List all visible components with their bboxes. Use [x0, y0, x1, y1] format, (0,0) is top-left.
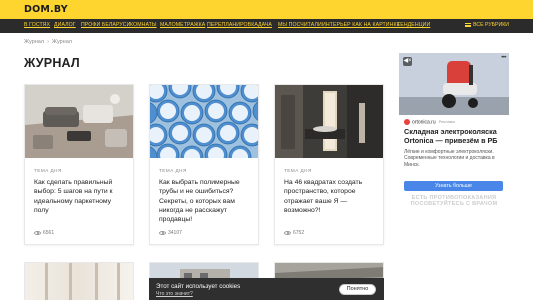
eye-icon [284, 230, 291, 235]
pipes-picture [150, 85, 258, 158]
ad-label: Реклама [438, 119, 455, 125]
eye-icon [34, 230, 41, 235]
card-views: 6752 [284, 230, 304, 236]
article-card[interactable]: ТЕМА ДНЯ На 46 квадратах создать простра… [274, 84, 384, 245]
nav-item-dialog[interactable]: ДИАЛОГ [54, 22, 76, 28]
cookie-banner: Этот сайт использует cookies Что это зна… [149, 278, 384, 300]
main-nav: В ГОСТЯХ ДИАЛОГ ПРОФИ БЕЛАРУСИ КОМНАТЫ М… [0, 19, 533, 33]
nav-item-my-poschitali[interactable]: МЫ ПОСЧИТАЛИ [278, 22, 322, 28]
views-count: 6561 [43, 230, 55, 236]
nav-item-dacha[interactable]: ДАЧА [258, 22, 272, 28]
views-count: 34107 [168, 230, 182, 236]
wheelchair-picture [399, 53, 509, 115]
nav-item-pereplanirovka[interactable]: ПЕРЕПЛАНИРОВКА [207, 22, 258, 28]
cookie-info-link[interactable]: Что это значит? [156, 291, 193, 297]
article-image[interactable] [275, 85, 383, 158]
card-tag: ТЕМА ДНЯ [34, 168, 62, 173]
bathroom-picture [275, 85, 383, 158]
breadcrumb-current: Журнал [51, 39, 72, 45]
breadcrumb-home[interactable]: Журнал [24, 39, 44, 45]
ad-brand[interactable]: ortonica.ru Реклама [404, 119, 455, 125]
breadcrumb-separator: › [47, 39, 49, 45]
menu-icon [465, 22, 472, 27]
ad-disclaimer: ЕСТЬ ПРОТИВОПОКАЗАНИЯ ПОСОВЕТУЙТЕСЬ С ВР… [410, 195, 498, 207]
all-rubrics-label: ВСЕ РУБРИКИ [473, 22, 509, 28]
card-title[interactable]: Как сделать правильный выбор: 5 шагов на… [34, 178, 126, 215]
article-image [45, 263, 120, 300]
cookie-text: Этот сайт использует cookies [156, 283, 241, 290]
nav-item-profi[interactable]: ПРОФИ БЕЛАРУСИ [81, 22, 130, 28]
nav-item-v-gostyah[interactable]: В ГОСТЯХ [24, 22, 50, 28]
ad-learn-more-button[interactable]: Узнать больше [404, 181, 503, 191]
breadcrumb: Журнал › Журнал [24, 39, 72, 45]
mute-icon[interactable]: ◀× [403, 57, 412, 66]
nav-item-interior[interactable]: ИНТЕРЬЕР КАК НА КАРТИНКЕ [322, 22, 400, 28]
eye-icon [159, 230, 166, 235]
card-views: 34107 [159, 230, 182, 236]
advertisement[interactable]: ◀× ••• ortonica.ru Реклама Складная элект… [399, 53, 509, 210]
cookie-accept-button[interactable]: Понятно [339, 284, 376, 295]
nav-item-tendencii[interactable]: ТЕНДЕНЦИИ [397, 22, 430, 28]
article-card[interactable] [24, 262, 134, 300]
card-title[interactable]: На 46 квадратах создать пространство, ко… [284, 178, 376, 215]
page-title: ЖУРНАЛ [24, 56, 80, 70]
ad-title[interactable]: Складная электроколяска Ortonica — приве… [404, 127, 506, 145]
card-tag: ТЕМА ДНЯ [159, 168, 187, 173]
site-header: DOM.BY [0, 0, 533, 19]
brand-logo-icon [404, 119, 410, 125]
nav-item-komnaty[interactable]: КОМНАТЫ [130, 22, 157, 28]
article-card[interactable]: ТЕМА ДНЯ Как выбрать полимерные трубы и … [149, 84, 259, 245]
card-tag: ТЕМА ДНЯ [284, 168, 312, 173]
article-image[interactable] [150, 85, 258, 158]
article-image[interactable] [25, 85, 133, 158]
nav-item-malometrazhka[interactable]: МАЛОМЕТРАЖКА [160, 22, 205, 28]
card-title[interactable]: Как выбрать полимерные трубы и не ошибит… [159, 178, 251, 224]
views-count: 6752 [293, 230, 305, 236]
living-room-picture [25, 85, 133, 158]
all-rubrics-button[interactable]: ВСЕ РУБРИКИ [465, 22, 509, 28]
site-logo[interactable]: DOM.BY [24, 4, 68, 15]
card-views: 6561 [34, 230, 54, 236]
ad-text: Лёгкие и комфортные электроколяски. Совр… [404, 149, 495, 168]
ad-brand-name: ortonica.ru [412, 119, 436, 126]
more-options-icon[interactable]: ••• [501, 55, 506, 61]
article-card[interactable]: ТЕМА ДНЯ Как сделать правильный выбор: 5… [24, 84, 134, 245]
ad-image[interactable]: ◀× ••• [399, 53, 509, 115]
